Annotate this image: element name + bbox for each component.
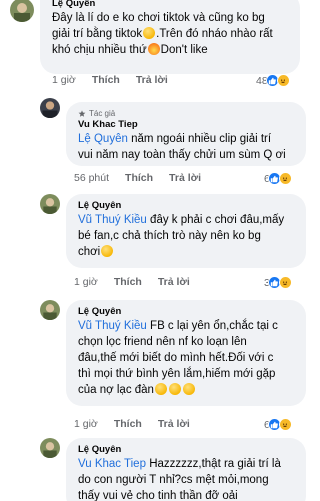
comment-time[interactable]: 1 giờ <box>74 276 98 288</box>
comment-time[interactable]: 56 phút <box>74 172 109 184</box>
reaction-summary[interactable]: 3 <box>264 276 292 289</box>
like-button[interactable]: Thích <box>114 418 142 430</box>
reaction-summary[interactable]: 6 <box>264 172 292 185</box>
grin-emoji-icon <box>143 27 156 39</box>
comment-bubble: Tác giả Vu Khac Tiep Lệ Quyên năm ngoái … <box>66 102 306 166</box>
comment-bubble: Lệ Quyên Vu Khac Tiep Hazzzzzz,thật ra g… <box>66 438 306 501</box>
comment-actions: 1 giờ Thích Trả lời <box>74 418 190 430</box>
like-button[interactable]: Thích <box>125 172 153 184</box>
comment-author[interactable]: Lệ Quyên <box>52 0 290 10</box>
mention-link[interactable]: Vũ Thuý Kiều <box>78 214 147 226</box>
comment-author[interactable]: Vu Khac Tiep <box>78 119 296 131</box>
comment-bubble: Lệ Quyên Đây là lí do e ko chơi tiktok v… <box>40 0 300 74</box>
haha-reaction-icon <box>278 276 292 289</box>
comment-text: Vũ Thuý Kiều FB c lại yên ổn,chắc tại c … <box>78 320 278 396</box>
comment-text: Đây là lí do e ko chơi tiktok và cũng ko… <box>52 12 273 56</box>
like-button[interactable]: Thích <box>114 276 142 288</box>
haha-reaction-icon <box>276 74 290 87</box>
comment-actions: 56 phút Thích Trả lời <box>74 172 201 184</box>
like-button[interactable]: Thích <box>92 74 120 86</box>
reply-button[interactable]: Trả lời <box>158 418 190 430</box>
reply-button[interactable]: Trả lời <box>136 74 168 86</box>
avatar[interactable] <box>10 0 34 22</box>
author-role: Tác giả <box>78 108 296 119</box>
comment-author[interactable]: Lệ Quyên <box>78 444 296 456</box>
comment-author[interactable]: Lệ Quyên <box>78 306 296 318</box>
reaction-summary[interactable]: 6 <box>264 418 292 431</box>
author-badge-icon <box>78 109 86 117</box>
avatar[interactable] <box>40 98 60 118</box>
mention-link[interactable]: Vu Khac Tiep <box>78 458 146 470</box>
reply-button[interactable]: Trả lời <box>158 276 190 288</box>
comment-author[interactable]: Lệ Quyên <box>78 200 296 212</box>
reply-button[interactable]: Trả lời <box>169 172 201 184</box>
grin-emoji-icon <box>182 383 195 395</box>
grin-emoji-icon <box>101 245 114 257</box>
comment-text: Vu Khac Tiep Hazzzzzz,thật ra giải trí l… <box>78 458 281 501</box>
comment-text: Vũ Thuý Kiều đây k phải c chơi đâu,mấy b… <box>78 214 285 258</box>
comment-actions: 1 giờ Thích Trả lời <box>74 276 190 288</box>
comment-text: Lệ Quyên năm ngoái nhiều clip giải trí v… <box>78 133 286 161</box>
grin-emoji-icon <box>154 383 167 395</box>
avatar[interactable] <box>40 438 60 458</box>
mention-link[interactable]: Vũ Thuý Kiều <box>78 320 147 332</box>
angry-emoji-icon <box>147 43 160 55</box>
comment-time[interactable]: 1 giờ <box>52 74 76 86</box>
reaction-summary[interactable]: 48 <box>256 74 290 87</box>
comment-bubble: Lệ Quyên Vũ Thuý Kiều đây k phải c chơi … <box>66 194 306 268</box>
comment-time[interactable]: 1 giờ <box>74 418 98 430</box>
haha-reaction-icon <box>278 418 292 431</box>
avatar[interactable] <box>40 300 60 320</box>
haha-reaction-icon <box>278 172 292 185</box>
mention-link[interactable]: Lệ Quyên <box>78 133 128 145</box>
comment-bubble: Lệ Quyên Vũ Thuý Kiều FB c lại yên ổn,ch… <box>66 300 306 406</box>
grin-emoji-icon <box>168 383 181 395</box>
comment-actions: 1 giờ Thích Trả lời <box>52 74 168 86</box>
avatar[interactable] <box>40 194 60 214</box>
